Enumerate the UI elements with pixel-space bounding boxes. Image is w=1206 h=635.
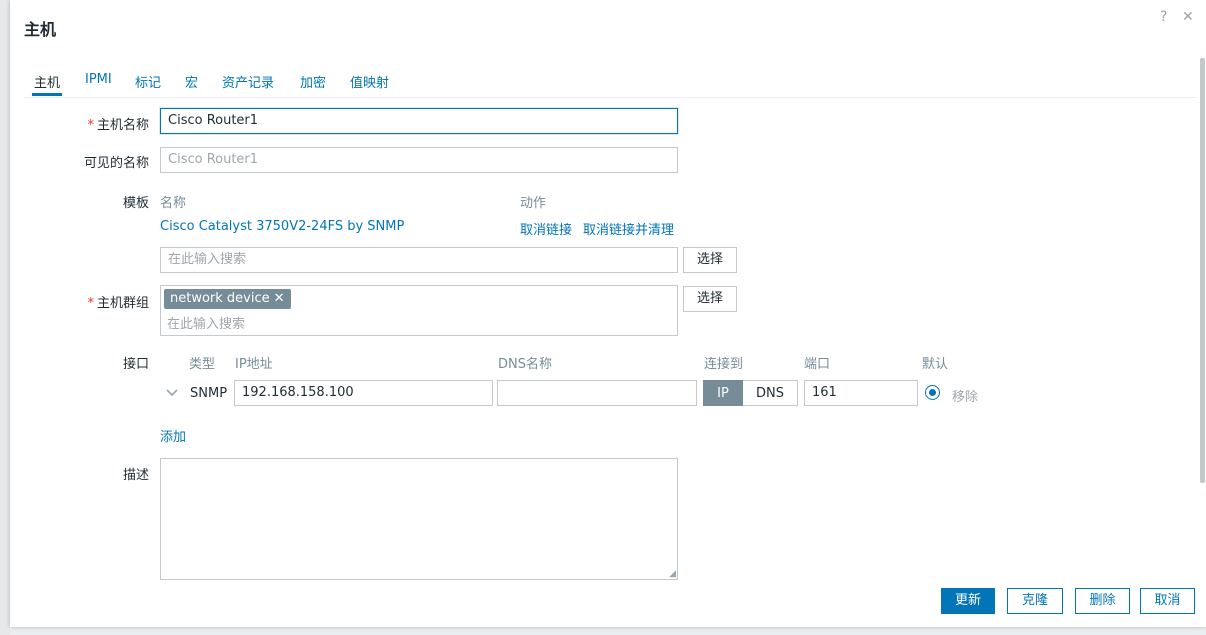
dialog-title: 主机 — [24, 20, 57, 39]
host-group-chip: network device ✕ — [164, 289, 291, 309]
cancel-button[interactable]: 取消 — [1140, 588, 1195, 614]
host-name-label-text: 主机名称 — [96, 118, 149, 133]
add-interface-link[interactable]: 添加 — [160, 426, 186, 445]
tab-host[interactable]: 主机 — [32, 72, 63, 96]
visible-name-placeholder: Cisco Router1 — [168, 152, 259, 167]
default-interface-radio[interactable] — [925, 385, 940, 400]
tab-ipmi[interactable]: IPMI — [85, 72, 112, 87]
tab-bar: 主机 IPMI 标记 宏 资产记录 加密 值映射 — [24, 72, 1196, 98]
interfaces-label: 接口 — [122, 357, 149, 372]
connect-to-ip-button[interactable]: IP — [703, 380, 743, 406]
host-name-input[interactable]: Cisco Router1 — [160, 108, 678, 134]
iface-dns-input[interactable] — [497, 380, 697, 406]
close-icon[interactable]: ✕ — [1182, 9, 1194, 25]
visible-name-label: 可见的名称 — [83, 156, 149, 171]
tab-macros[interactable]: 宏 — [185, 72, 198, 91]
unlink-link[interactable]: 取消链接 — [520, 219, 572, 238]
host-groups-multiselect[interactable]: network device ✕ 在此输入搜索 — [160, 285, 678, 336]
required-mark: * — [87, 296, 94, 311]
host-name-label: * 主机名称 — [87, 114, 149, 133]
iface-header-connect: 连接到 — [704, 357, 744, 372]
required-mark: * — [87, 118, 94, 133]
update-button[interactable]: 更新 — [941, 588, 995, 614]
iface-header-type: 类型 — [189, 357, 216, 372]
templates-col-name: 名称 — [160, 196, 187, 211]
template-select-button[interactable]: 选择 — [683, 247, 737, 273]
tab-inventory[interactable]: 资产记录 — [222, 72, 274, 91]
host-groups-label: * 主机群组 — [87, 292, 149, 311]
clone-button[interactable]: 克隆 — [1007, 588, 1063, 614]
host-groups-select-button[interactable]: 选择 — [683, 286, 737, 312]
tab-encryption[interactable]: 加密 — [300, 72, 326, 91]
tab-tags[interactable]: 标记 — [135, 72, 161, 91]
description-label: 描述 — [122, 468, 149, 483]
delete-button[interactable]: 删除 — [1075, 588, 1130, 614]
resize-handle-icon[interactable]: ◢ — [669, 569, 676, 579]
iface-header-ip: IP地址 — [235, 357, 273, 372]
host-group-chip-label: network device — [170, 291, 270, 306]
host-groups-label-text: 主机群组 — [96, 296, 149, 311]
template-search-input[interactable]: 在此输入搜索 — [160, 247, 678, 273]
chevron-down-icon[interactable] — [165, 386, 179, 400]
iface-port-input[interactable]: 161 — [804, 380, 918, 406]
host-edit-dialog: 主机 ? ✕ 主机 IPMI 标记 宏 资产记录 加密 值映射 * 主机名称 Ci… — [10, 0, 1206, 627]
host-groups-search-placeholder: 在此输入搜索 — [167, 317, 246, 332]
connect-to-dns-button[interactable]: DNS — [743, 380, 798, 406]
iface-header-default: 默认 — [922, 357, 949, 372]
tab-host-label: 主机 — [34, 76, 61, 91]
unlink-and-clear-link[interactable]: 取消链接并清理 — [583, 219, 674, 238]
background-page-edge — [0, 0, 10, 635]
iface-ip-input[interactable]: 192.168.158.100 — [234, 380, 493, 406]
scrollbar-thumb[interactable] — [1200, 58, 1205, 483]
linked-template-link[interactable]: Cisco Catalyst 3750V2-24FS by SNMP — [160, 219, 404, 234]
iface-type-value: SNMP — [190, 386, 228, 401]
tab-value-mapping[interactable]: 值映射 — [350, 72, 389, 91]
iface-header-dns: DNS名称 — [498, 357, 552, 372]
visible-name-input[interactable]: Cisco Router1 — [160, 147, 678, 173]
iface-remove-link[interactable]: 移除 — [952, 386, 978, 405]
description-textarea[interactable]: ◢ — [160, 458, 678, 580]
help-icon[interactable]: ? — [1160, 9, 1167, 25]
active-tab-indicator — [32, 93, 63, 96]
templates-col-action: 动作 — [520, 196, 547, 211]
iface-header-port: 端口 — [804, 357, 831, 372]
chip-remove-icon[interactable]: ✕ — [274, 291, 285, 306]
templates-label: 模板 — [122, 196, 149, 211]
template-search-placeholder: 在此输入搜索 — [168, 252, 247, 267]
